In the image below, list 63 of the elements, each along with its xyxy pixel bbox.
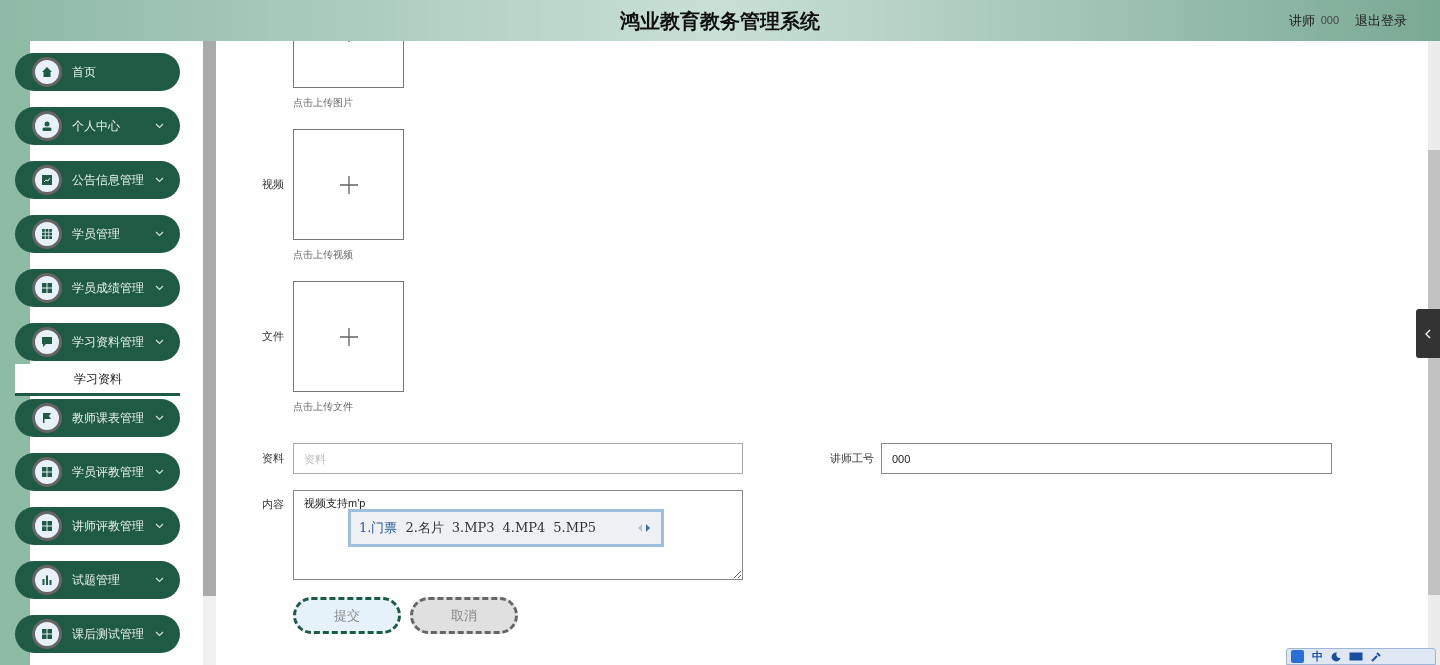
user-icon [41,120,53,132]
ime-candidate[interactable]: 4.MP4 [502,518,546,538]
menu-item[interactable]: 首页 [15,53,180,91]
moon-icon[interactable] [1331,651,1341,662]
field-label: 视频 [262,177,285,193]
user-name: 000 [1320,13,1339,29]
keyboard-icon[interactable] [1349,652,1363,661]
chevron-down-icon [155,469,164,475]
input-mode[interactable]: 中 [1312,651,1323,662]
page-arrows-icon[interactable] [637,523,651,533]
menu-item[interactable]: 讲师评教管理 [15,507,180,545]
menu-item[interactable]: 学员管理 [15,215,180,253]
ime-candidate[interactable]: 5.MP5 [553,518,596,538]
chevron-down-icon [155,339,164,345]
grid-icon [41,628,53,640]
chevron-down-icon [155,177,164,183]
field-label: 资料 [262,451,285,467]
upload-hint: 点击上传文件 [293,400,354,414]
bar-chart-icon [41,574,53,586]
field-label: 文件 [262,329,285,345]
submenu-item[interactable]: 学习资料 [15,364,180,396]
field-label: 内容 [262,497,285,512]
plus-icon [339,327,358,346]
chevron-down-icon [155,123,164,129]
grid-icon [41,282,53,294]
chevron-left-icon [1425,328,1431,339]
user-role: 讲师 [1288,11,1315,30]
grid-icon [41,466,53,478]
chevron-down-icon [155,523,164,529]
wrench-icon[interactable] [1371,651,1381,662]
menu-item[interactable]: 学员评教管理 [15,453,180,491]
plus-icon [339,175,358,194]
menu-item[interactable]: 学员成绩管理 [15,269,180,307]
ime-candidate[interactable]: 2.名片 [405,518,444,538]
logout-link[interactable]: 退出登录 [1355,10,1407,31]
grid-icon [41,228,53,240]
chat-icon [41,336,53,348]
upload-box[interactable] [293,129,404,240]
chevron-down-icon [155,577,164,583]
chevron-down-icon [155,631,164,637]
menu-item[interactable]: 公告信息管理 [15,161,180,199]
chart-icon [41,174,53,186]
field-label: 讲师工号 [830,451,875,467]
teacher-id-field[interactable]: 000 [881,443,1332,474]
app-title: 鸿业教育教务管理系统 [620,8,820,34]
upload-box[interactable] [293,281,404,392]
menu-item[interactable]: 教师课表管理 [15,399,180,437]
material-field[interactable]: 资料 [293,443,743,474]
flag-icon [41,412,53,424]
upload-hint: 点击上传图片 [293,96,354,110]
upload-hint: 点击上传视频 [293,248,354,262]
menu-item[interactable]: 课后测试管理 [15,615,180,653]
collapse-tab[interactable] [1416,309,1440,358]
menu-item[interactable]: 学习资料管理 [15,323,180,361]
chevron-down-icon [155,415,164,421]
chevron-down-icon [155,231,164,237]
menu-item[interactable]: 个人中心 [15,107,180,145]
chevron-down-icon [155,285,164,291]
home-icon [41,66,53,78]
grid-icon [41,520,53,532]
menu-item[interactable]: 试题管理 [15,561,180,599]
ime-candidate[interactable]: 3.MP3 [451,518,495,538]
ime-candidate[interactable]: 1.门票 [359,518,398,538]
